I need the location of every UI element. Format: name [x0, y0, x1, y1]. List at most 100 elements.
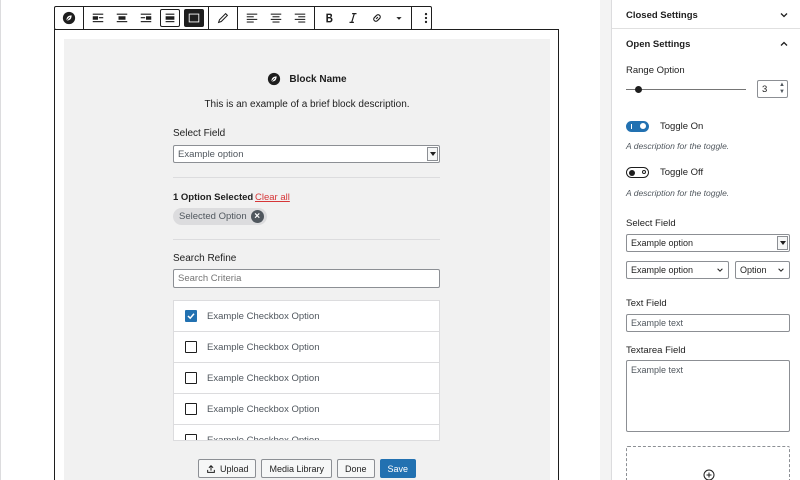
text-align-center-icon[interactable] — [264, 7, 288, 29]
media-library-button[interactable]: Media Library — [261, 459, 333, 478]
toggle-off-label: Toggle Off — [660, 167, 704, 178]
toggle-knob — [640, 123, 646, 129]
upload-button[interactable]: Upload — [197, 459, 257, 478]
media-buttons: Upload Media Library Done Save — [64, 459, 550, 478]
checkbox-label: Example Checkbox Option — [207, 310, 320, 322]
done-button[interactable]: Done — [337, 459, 375, 478]
toggle-on-label: Toggle On — [660, 121, 704, 132]
selected-option-chip: Selected Option × — [173, 208, 267, 225]
bold-icon[interactable] — [317, 7, 341, 29]
checkbox-label: Example Checkbox Option — [207, 403, 320, 415]
editor-edge — [0, 0, 1, 480]
checkbox-label: Example Checkbox Option — [207, 372, 320, 384]
sidebar-select-two[interactable]: Example option — [626, 261, 729, 279]
toggle-on-tick — [631, 124, 632, 129]
text-align-left-icon[interactable] — [240, 7, 264, 29]
select-field-label: Select Field — [173, 128, 226, 139]
custom-block[interactable]: Block Name This is an example of a brief… — [64, 39, 550, 480]
checkbox-label: Example Checkbox Option — [207, 341, 320, 353]
checkmark-icon — [187, 313, 195, 320]
block-description: This is an example of a brief block desc… — [204, 99, 410, 110]
search-input[interactable]: Search Criteria — [173, 269, 440, 288]
checkbox-label: Example Checkbox Option — [207, 434, 320, 441]
chevron-down-icon — [717, 268, 723, 272]
link-icon[interactable] — [365, 7, 389, 29]
chip-label: Selected Option — [179, 211, 247, 222]
checkbox[interactable] — [185, 434, 197, 440]
block-header: Block Name — [64, 70, 550, 88]
chevron-up-icon — [780, 41, 788, 46]
selected-count: 1 Option Selected — [173, 192, 254, 203]
textarea-field-label: Textarea Field — [626, 345, 686, 356]
align-wide-icon[interactable] — [160, 9, 180, 27]
block-toolbar — [54, 6, 432, 30]
select-field-value: Example option — [178, 149, 244, 160]
checkbox-checked[interactable] — [185, 310, 197, 322]
text-field-input[interactable]: Example text — [626, 314, 790, 332]
open-settings-title: Open Settings — [626, 38, 691, 50]
toggle-off-ring — [642, 170, 646, 174]
upload-button-label: Upload — [219, 463, 249, 474]
checkbox[interactable] — [185, 403, 197, 415]
range-slider[interactable] — [626, 89, 746, 90]
toolbar-group-more — [412, 7, 440, 29]
checkbox-row[interactable]: Example Checkbox Option — [174, 301, 439, 332]
clear-all-link[interactable]: Clear all — [255, 192, 290, 203]
range-option-label: Range Option — [626, 65, 685, 76]
checkbox-list: Example Checkbox Option Example Checkbox … — [173, 300, 440, 441]
range-value: 3 — [762, 84, 768, 95]
text-field-label: Text Field — [626, 298, 667, 309]
pencil-icon[interactable] — [211, 7, 235, 29]
add-block-dropzone[interactable] — [626, 446, 790, 480]
toggle-on-help: A description for the toggle. — [626, 141, 730, 151]
italic-icon[interactable] — [341, 7, 365, 29]
range-slider-thumb[interactable] — [635, 86, 642, 93]
leaf-icon[interactable] — [57, 7, 81, 29]
align-left-icon[interactable] — [86, 7, 110, 29]
toggle-off-switch[interactable] — [626, 167, 649, 178]
select-field[interactable]: Example option — [173, 145, 440, 163]
checkbox-row[interactable]: Example Checkbox Option — [174, 332, 439, 363]
chevron-down-icon — [778, 268, 784, 272]
closed-settings-panel-toggle[interactable]: Closed Settings — [612, 0, 800, 30]
checkbox[interactable] — [185, 372, 197, 384]
block-title: Block Name — [289, 73, 347, 85]
editor-canvas: Block Name This is an example of a brief… — [0, 0, 600, 480]
checkbox-row[interactable]: Example Checkbox Option — [174, 425, 439, 441]
range-number-input[interactable]: 3 ▲ ▼ — [757, 80, 788, 98]
save-button[interactable]: Save — [379, 459, 417, 478]
textarea-field-input[interactable]: Example text — [626, 360, 790, 432]
text-align-right-icon[interactable] — [288, 7, 312, 29]
search-refine-label: Search Refine — [173, 253, 237, 264]
align-full-icon[interactable] — [184, 9, 204, 27]
upload-icon — [207, 464, 215, 473]
toggle-on-switch[interactable] — [626, 121, 649, 132]
more-options-icon[interactable] — [414, 7, 438, 29]
sidebar-select-label: Select Field — [626, 218, 676, 229]
sidebar-select-field[interactable]: Example option — [626, 234, 790, 252]
align-center-icon[interactable] — [110, 7, 134, 29]
leaf-icon — [268, 72, 281, 86]
sidebar-select-three-value: Option — [740, 265, 767, 275]
align-right-icon[interactable] — [134, 7, 158, 29]
remove-chip-icon[interactable]: × — [250, 210, 264, 223]
checkbox-row[interactable]: Example Checkbox Option — [174, 363, 439, 394]
toolbar-group-format — [315, 7, 412, 29]
sidebar-select-three[interactable]: Option — [735, 261, 790, 279]
settings-sidebar: Closed Settings Open Settings Range Opti… — [611, 0, 800, 480]
checkbox-row[interactable]: Example Checkbox Option — [174, 394, 439, 425]
sidebar-select-value: Example option — [631, 238, 694, 248]
divider — [173, 177, 440, 178]
spinner-icon[interactable]: ▲ ▼ — [779, 82, 785, 96]
select-arrow-icon — [777, 236, 788, 250]
sidebar-select-two-value: Example option — [631, 265, 694, 275]
toolbar-group-text-align — [238, 7, 315, 29]
plus-circle-icon — [703, 469, 715, 480]
toolbar-group-block — [55, 7, 84, 29]
toolbar-group-edit — [209, 7, 238, 29]
chevron-down-icon[interactable] — [389, 7, 409, 29]
checkbox[interactable] — [185, 341, 197, 353]
divider — [173, 239, 440, 240]
open-settings-panel-toggle[interactable]: Open Settings — [612, 29, 800, 59]
toolbar-group-align — [84, 7, 209, 29]
